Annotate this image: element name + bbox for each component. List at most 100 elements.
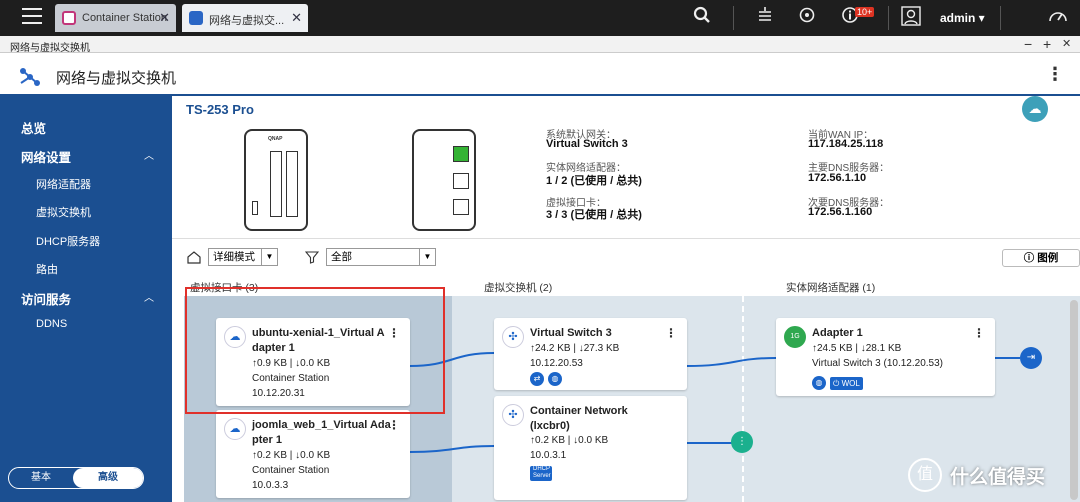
traffic-stats: ↑0.2 KB | ↓0.0 KB <box>530 435 609 446</box>
cloud-icon: ☁ <box>224 418 246 440</box>
mode-toggle[interactable]: 基本 高级 <box>8 467 144 489</box>
dhcp-server-badge: DHCP Server <box>530 466 552 481</box>
user-menu[interactable]: admin ▾ <box>940 11 985 25</box>
container-station-icon <box>62 11 76 25</box>
filter-value: 全部 <box>331 251 352 263</box>
traffic-stats: ↑24.5 KB | ↓28.1 KB <box>812 343 902 354</box>
dashboard-icon[interactable] <box>1046 6 1070 30</box>
stack-icon[interactable] <box>753 6 777 30</box>
column-header-virtual-switch: 虚拟交换机 (2) <box>484 282 553 294</box>
ip-address: 10.0.3.1 <box>530 450 567 461</box>
secondary-dns-value: 172.56.1.160 <box>808 206 873 218</box>
sidebar-item-ddns[interactable]: DDNS <box>36 318 67 330</box>
watermark-text: 什么值得买 <box>950 467 1046 488</box>
app-title: 网络与虚拟交换机 <box>56 70 177 87</box>
vnic-card-joomla[interactable]: ☁ joomla_web_1_Virtual Ada pter 1 ⋮ ↑0.2 … <box>216 410 410 498</box>
filter-icon[interactable] <box>304 250 320 267</box>
highlight-box <box>185 287 445 414</box>
adapter-name: Adapter 1 <box>812 327 863 339</box>
internet-port-icon: ⇥ <box>1020 347 1042 369</box>
port-connector-icon: ⋮ <box>731 431 753 453</box>
mode-advanced[interactable]: 高级 <box>73 468 143 488</box>
cloud-icon[interactable]: ☁ <box>1022 96 1048 122</box>
watermark-logo-icon: 值 <box>908 458 942 492</box>
traffic-stats: ↑24.2 KB | ↓27.3 KB <box>530 343 620 354</box>
sidebar: 总览 网络设置 ︿ 网络适配器 虚拟交换机 DHCP服务器 路由 访问服务 ︿ … <box>0 96 172 502</box>
home-icon[interactable] <box>186 250 202 267</box>
tab-label: Container Station <box>82 12 167 24</box>
nas-model: TS-253 Pro <box>186 102 254 117</box>
app-header: 网络与虚拟交换机 ⋮ <box>0 54 1080 96</box>
nas-rear-image <box>412 129 476 231</box>
legend-icon: ⓘ <box>1023 252 1035 264</box>
sidebar-item-overview[interactable]: 总览 <box>21 118 46 137</box>
network-icon <box>189 11 203 25</box>
traffic-stats: ↑0.2 KB | ↓0.0 KB <box>252 450 331 461</box>
vswitch-name: Virtual Switch 3 <box>530 327 612 339</box>
search-icon[interactable] <box>690 6 714 30</box>
scrollbar[interactable] <box>1070 300 1078 500</box>
app-logo-icon <box>18 66 42 93</box>
more-options-icon[interactable]: ⋮ <box>973 326 985 340</box>
adapter-card-1[interactable]: 1G Adapter 1 ⋮ ↑24.5 KB | ↓28.1 KB Virtu… <box>776 318 995 396</box>
legend-button[interactable]: ⓘ 图例 <box>1002 249 1080 267</box>
chevron-up-icon[interactable]: ︿ <box>144 289 154 304</box>
wol-badge: ⏻ WOL <box>830 377 863 390</box>
divider <box>888 6 889 30</box>
menu-icon[interactable] <box>22 8 42 26</box>
vswitch-name: Container Network (lxcbr0) <box>530 405 628 432</box>
primary-dns-value: 172.56.1.10 <box>808 172 867 184</box>
view-mode-select[interactable]: 详细模式 ▼ <box>208 248 278 266</box>
close-tab-icon[interactable]: ✕ <box>291 10 302 26</box>
chevron-down-icon: ▼ <box>419 249 435 265</box>
username: admin <box>940 11 976 25</box>
legend-label: 图例 <box>1037 252 1059 264</box>
chevron-up-icon[interactable]: ︿ <box>144 147 154 162</box>
close-tab-icon[interactable]: ✕ <box>159 10 170 26</box>
ip-address: 10.12.20.53 <box>530 358 583 369</box>
nas-front-image: QNAP <box>244 129 308 231</box>
column-header-physical-adapter: 实体网络适配器 (1) <box>786 282 876 294</box>
maximize-button[interactable]: + <box>1043 36 1051 53</box>
sidebar-item-access-services[interactable]: 访问服务 <box>21 289 71 308</box>
sidebar-item-routing[interactable]: 路由 <box>36 261 58 277</box>
globe-icon: ◍ <box>548 372 562 386</box>
virtual-nic-value: 3 / 3 (已使用 / 总共) <box>546 209 642 221</box>
tab-label: 网络与虚拟交... <box>209 15 285 27</box>
dhcp-icon: ⇄ <box>530 372 544 386</box>
divider <box>1000 6 1001 30</box>
sidebar-item-network-settings[interactable]: 网络设置 <box>21 147 71 166</box>
minimize-button[interactable]: − <box>1024 36 1032 53</box>
more-options-icon[interactable]: ⋮ <box>1046 64 1064 85</box>
vswitch-card-3[interactable]: ✣ Virtual Switch 3 ⋮ ↑24.2 KB | ↓27.3 KB… <box>494 318 687 390</box>
close-button[interactable]: ✕ <box>1062 36 1071 53</box>
filter-select[interactable]: 全部 ▼ <box>326 248 436 266</box>
wan-ip-value: 117.184.25.118 <box>808 138 884 150</box>
more-options-icon[interactable]: ⋮ <box>388 418 400 432</box>
tab-network-virtual-switch[interactable]: 网络与虚拟交... ✕ <box>182 4 308 32</box>
sidebar-item-network-adapter[interactable]: 网络适配器 <box>36 176 91 192</box>
notification-badge: 10+ <box>855 7 875 17</box>
divider <box>733 6 734 30</box>
globe-icon: ◍ <box>812 376 826 390</box>
app-name: Container Station <box>252 465 330 476</box>
vnic-name: joomla_web_1_Virtual Ada pter 1 <box>252 419 391 446</box>
switch-icon: ✣ <box>502 404 524 426</box>
default-gateway-value: Virtual Switch 3 <box>546 138 628 150</box>
ethernet-icon: 1G <box>784 326 806 348</box>
sync-icon[interactable] <box>795 6 819 30</box>
mode-basic[interactable]: 基本 <box>9 468 73 488</box>
sidebar-item-virtual-switch[interactable]: 虚拟交换机 <box>36 204 91 220</box>
switch-icon: ✣ <box>502 326 524 348</box>
chevron-down-icon: ▼ <box>261 249 277 265</box>
connected-switch: Virtual Switch 3 (10.12.20.53) <box>812 358 944 369</box>
vswitch-card-container-network[interactable]: ✣ Container Network (lxcbr0) ↑0.2 KB | ↓0… <box>494 396 687 500</box>
more-options-icon[interactable]: ⋮ <box>665 326 677 340</box>
window-title-bar: 网络与虚拟交换机 − + ✕ <box>0 36 1080 54</box>
view-mode-value: 详细模式 <box>213 251 255 263</box>
tab-container-station[interactable]: Container Station ✕ <box>55 4 176 32</box>
user-icon[interactable] <box>899 6 923 30</box>
sidebar-item-dhcp[interactable]: DHCP服务器 <box>36 233 100 249</box>
window-title: 网络与虚拟交换机 <box>10 43 90 54</box>
top-bar: Container Station ✕ 网络与虚拟交... ✕ 10+ admi… <box>0 0 1080 36</box>
